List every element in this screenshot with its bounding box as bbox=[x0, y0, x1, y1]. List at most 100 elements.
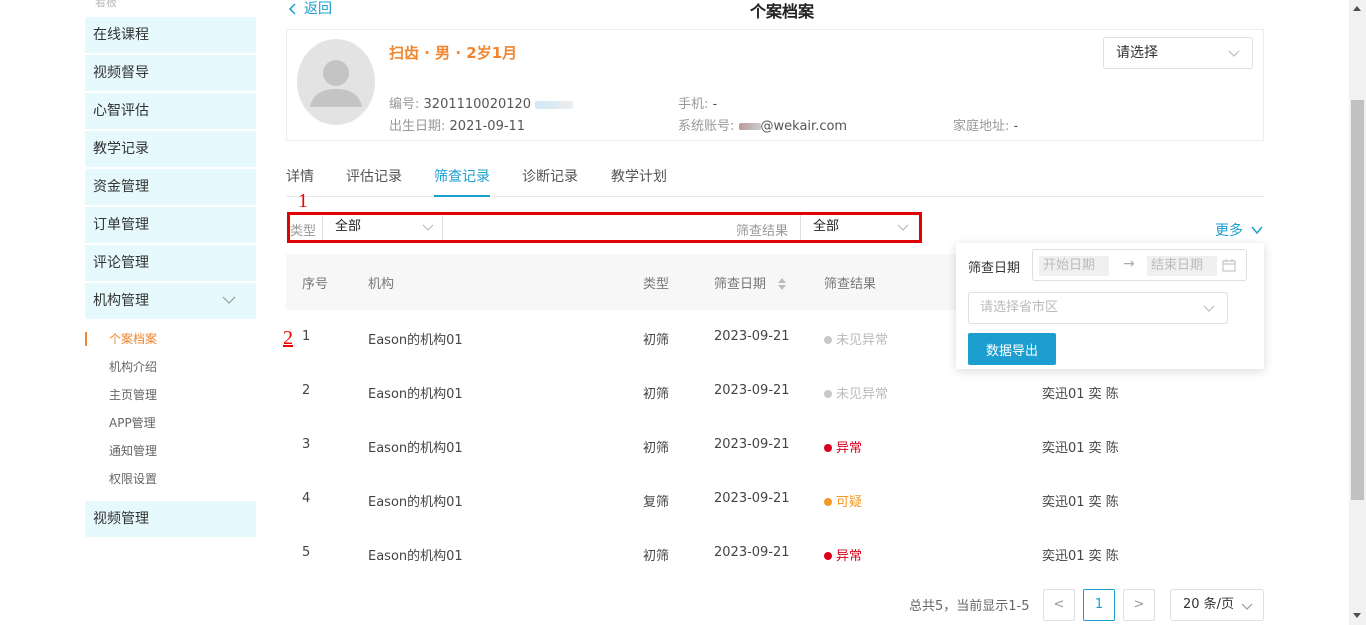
cell-operator: 奕迅01 奕 陈 bbox=[1042, 441, 1119, 456]
status-dot-icon bbox=[824, 444, 832, 452]
cell-result: 异常 bbox=[824, 437, 862, 456]
sidebar-subitem-permissions[interactable]: 权限设置 bbox=[85, 465, 256, 493]
sidebar-item-order-management[interactable]: 订单管理 bbox=[85, 207, 256, 243]
back-label: 返回 bbox=[304, 1, 332, 17]
cell-org: Eason的机构01 bbox=[368, 495, 463, 510]
sidebar-item-label: 视频管理 bbox=[93, 511, 149, 527]
col-header-type: 类型 bbox=[643, 277, 670, 292]
filter-type-label: 类型 bbox=[290, 224, 317, 239]
sidebar-subitem-notifications[interactable]: 通知管理 bbox=[85, 437, 256, 465]
filter-result-value: 全部 bbox=[813, 219, 840, 234]
region-placeholder: 请选择省市区 bbox=[980, 300, 1059, 315]
filter-type-select[interactable]: 全部 bbox=[322, 215, 442, 240]
annotation-1: 1 bbox=[298, 190, 308, 212]
sidebar-item-label: 订单管理 bbox=[93, 217, 149, 233]
cell-result: 未见异常 bbox=[824, 383, 888, 402]
sidebar-item-org-management[interactable]: 机构管理 bbox=[85, 283, 256, 319]
page-1-button[interactable]: 1 bbox=[1083, 589, 1115, 621]
table-row[interactable]: 3 Eason的机构01 初筛 2023-09-21 异常 奕迅01 奕 陈 bbox=[286, 418, 1264, 472]
cell-no: 3 bbox=[302, 437, 311, 452]
profile-birth-value: 2021-09-11 bbox=[449, 119, 526, 134]
sidebar-item-video-supervision[interactable]: 视频督导 bbox=[85, 55, 256, 91]
sidebar-subitem-app[interactable]: APP管理 bbox=[85, 409, 256, 437]
avatar bbox=[297, 39, 375, 125]
chevron-down-icon bbox=[1251, 226, 1264, 235]
sidebar-item-video-management[interactable]: 视频管理 bbox=[85, 501, 256, 537]
tab-screening-records[interactable]: 筛查记录 bbox=[434, 166, 490, 197]
cell-result: 可疑 bbox=[824, 491, 862, 510]
cell-date: 2023-09-21 bbox=[714, 491, 790, 506]
tab-diagnosis-records[interactable]: 诊断记录 bbox=[522, 166, 578, 197]
cell-type: 复筛 bbox=[643, 495, 670, 510]
profile-id-label: 编号: bbox=[389, 97, 420, 112]
cell-date: 2023-09-21 bbox=[714, 437, 790, 452]
date-range-picker[interactable]: 开始日期 → 结束日期 bbox=[1032, 249, 1247, 281]
sidebar-item-fund-management[interactable]: 资金管理 bbox=[85, 169, 256, 205]
status-dot-icon bbox=[824, 336, 832, 344]
sidebar-item-dashboard-partial[interactable]: 看板 bbox=[95, 0, 117, 10]
redacted-mask bbox=[738, 123, 761, 130]
sidebar-subitem-case-files[interactable]: 个案档案 bbox=[85, 325, 256, 353]
cell-no: 5 bbox=[302, 545, 311, 560]
chevron-left-icon bbox=[288, 3, 296, 15]
sidebar-item-mind-assessment[interactable]: 心智评估 bbox=[85, 93, 256, 129]
filter-result-select[interactable]: 全部 bbox=[800, 215, 919, 240]
prev-page-button[interactable]: < bbox=[1043, 589, 1075, 621]
sidebar-item-label: 在线课程 bbox=[93, 27, 149, 43]
table-row[interactable]: 2 Eason的机构01 初筛 2023-09-21 未见异常 奕迅01 奕 陈 bbox=[286, 364, 1264, 418]
chevron-down-icon bbox=[1203, 305, 1215, 312]
status-dot-icon bbox=[824, 498, 832, 506]
sidebar-item-comment-management[interactable]: 评论管理 bbox=[85, 245, 256, 281]
chevron-down-icon bbox=[422, 224, 434, 231]
chevron-down-icon bbox=[897, 224, 909, 231]
more-filters-toggle[interactable]: 更多 bbox=[1215, 220, 1264, 240]
start-date-input[interactable]: 开始日期 bbox=[1039, 256, 1109, 276]
sidebar: 看板 在线课程 视频督导 心智评估 教学记录 资金管理 订单管理 评论管理 机构… bbox=[85, 0, 256, 625]
cell-type: 初筛 bbox=[643, 387, 670, 402]
back-link[interactable]: 返回 bbox=[288, 0, 332, 18]
calendar-icon bbox=[1222, 259, 1236, 272]
more-filters-popover: 筛查日期 开始日期 → 结束日期 请选择省市区 数据导出 bbox=[956, 243, 1264, 369]
page-size-select[interactable]: 20 条/页 bbox=[1170, 589, 1264, 621]
tab-assessment-records[interactable]: 评估记录 bbox=[346, 166, 402, 197]
redacted-mask bbox=[535, 100, 574, 109]
scroll-up-arrow-icon[interactable] bbox=[1353, 6, 1361, 11]
sidebar-subitem-org-intro[interactable]: 机构介绍 bbox=[85, 353, 256, 381]
profile-birth: 出生日期: 2021-09-11 bbox=[389, 115, 525, 134]
table-row[interactable]: 4 Eason的机构01 复筛 2023-09-21 可疑 奕迅01 奕 陈 bbox=[286, 472, 1264, 526]
cell-org: Eason的机构01 bbox=[368, 441, 463, 456]
sidebar-item-label: 心智评估 bbox=[93, 103, 149, 119]
sidebar-item-label: 评论管理 bbox=[93, 255, 149, 271]
col-header-date-label: 筛查日期 bbox=[714, 277, 767, 292]
screening-date-label: 筛查日期 bbox=[968, 261, 1021, 276]
sidebar-item-online-courses[interactable]: 在线课程 bbox=[85, 17, 256, 53]
scroll-thumb[interactable] bbox=[1351, 100, 1364, 500]
sort-icon[interactable] bbox=[778, 278, 787, 290]
profile-select-value: 请选择 bbox=[1116, 45, 1158, 61]
pagination-summary: 总共5，当前显示1-5 bbox=[909, 599, 1030, 614]
profile-account: 系统账号: @wekair.com bbox=[678, 115, 847, 134]
sidebar-subitem-homepage[interactable]: 主页管理 bbox=[85, 381, 256, 409]
region-select[interactable]: 请选择省市区 bbox=[968, 292, 1228, 324]
filter-bar: 类型 全部 筛查结果 全部 bbox=[287, 212, 922, 243]
status-text: 未见异常 bbox=[836, 387, 889, 402]
cell-result: 异常 bbox=[824, 545, 862, 564]
end-date-input[interactable]: 结束日期 bbox=[1147, 256, 1217, 276]
chevron-down-icon bbox=[1228, 50, 1240, 57]
chevron-down-icon bbox=[222, 296, 236, 304]
status-text: 可疑 bbox=[836, 495, 863, 510]
col-header-date[interactable]: 筛查日期 bbox=[714, 273, 787, 292]
profile-select[interactable]: 请选择 bbox=[1103, 37, 1253, 69]
next-page-button[interactable]: > bbox=[1123, 589, 1155, 621]
cell-type: 初筛 bbox=[643, 333, 670, 348]
sidebar-item-teaching-records[interactable]: 教学记录 bbox=[85, 131, 256, 167]
tab-teaching-plan[interactable]: 教学计划 bbox=[611, 166, 667, 197]
cell-no: 4 bbox=[302, 491, 311, 506]
filter-type-value: 全部 bbox=[335, 219, 362, 234]
cell-operator: 奕迅01 奕 陈 bbox=[1042, 387, 1119, 402]
page-scrollbar[interactable] bbox=[1349, 0, 1366, 625]
export-data-button[interactable]: 数据导出 bbox=[968, 333, 1056, 365]
scroll-down-arrow-icon[interactable] bbox=[1353, 613, 1361, 618]
table-row[interactable]: 5 Eason的机构01 初筛 2023-09-21 异常 奕迅01 奕 陈 bbox=[286, 526, 1264, 580]
status-text: 未见异常 bbox=[836, 333, 889, 348]
